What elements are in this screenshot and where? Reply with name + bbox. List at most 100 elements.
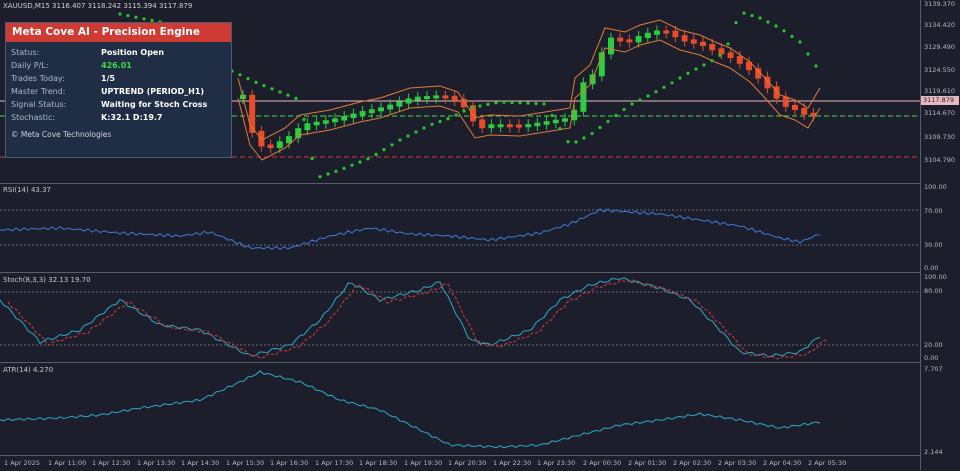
candle-body <box>801 108 808 115</box>
candle-body <box>534 122 541 127</box>
sar-dot <box>454 113 458 117</box>
candle-body <box>387 104 394 110</box>
daily-pl-value: 426.01 <box>101 61 132 70</box>
sar-dot <box>294 96 298 100</box>
price-tick: 3124.550 <box>924 66 956 74</box>
candle-body <box>608 37 614 55</box>
sar-dot <box>238 73 242 77</box>
sar-dot <box>750 14 754 18</box>
sar-dot <box>550 113 554 118</box>
time-label: 1 Apr 18:30 <box>359 459 398 467</box>
signal-status-value: Waiting for Stoch Cross <box>101 100 208 109</box>
atr-tick: 2.144 <box>924 448 943 456</box>
rsi-tick: 70.00 <box>924 207 943 215</box>
time-label: 1 Apr 19:30 <box>404 459 443 467</box>
sar-dot <box>590 131 594 136</box>
time-label: 1 Apr 23:30 <box>537 459 576 467</box>
candle-body <box>516 124 522 128</box>
price-tick: 3139.370 <box>924 0 956 8</box>
sar-dot <box>670 81 674 85</box>
sar-dot <box>126 14 130 18</box>
sar-dot <box>782 29 786 33</box>
sar-dot <box>766 20 770 24</box>
candle-body <box>433 95 440 99</box>
sar-dot <box>486 102 490 106</box>
price-tick: 3109.730 <box>924 133 956 141</box>
sar-dot <box>334 169 338 173</box>
sar-dot <box>118 12 122 16</box>
sar-dot <box>702 63 706 67</box>
sar-dot <box>774 24 778 28</box>
sar-dot <box>694 67 698 71</box>
rsi-line <box>0 208 821 251</box>
candle-body <box>635 36 642 43</box>
candle-body <box>488 124 495 129</box>
sar-dot <box>718 53 722 57</box>
sar-dot <box>326 172 330 176</box>
sar-dot <box>462 109 466 113</box>
candle-body <box>792 104 798 110</box>
sar-dot <box>662 85 666 89</box>
status-value: Position Open <box>101 48 165 57</box>
sar-dot <box>446 117 450 121</box>
time-label: 2 Apr 00:30 <box>583 459 622 467</box>
sar-dot <box>134 15 138 19</box>
rsi-tick: 0.00 <box>924 264 939 272</box>
candle-body <box>690 39 697 44</box>
sar-dot <box>574 140 578 144</box>
ea-info-panel: Meta Cove AI - Precision Engine Status: … <box>5 22 232 158</box>
sar-dot <box>542 102 546 106</box>
candle-body <box>396 101 403 107</box>
sar-dot <box>270 87 274 91</box>
sar-dot <box>406 134 410 138</box>
candle-body <box>727 52 734 59</box>
time-label: 2 Apr 01:30 <box>628 459 667 467</box>
trades-today-key: Trades Today: <box>11 74 65 83</box>
candle-body <box>313 121 320 126</box>
sar-dot <box>806 52 810 56</box>
sar-dot <box>510 100 514 105</box>
rsi-tick: 30.00 <box>924 241 943 249</box>
candle-body <box>359 111 366 116</box>
candle-body <box>405 98 412 104</box>
atr-tick: 7.707 <box>924 365 943 373</box>
sar-dot <box>278 90 282 94</box>
candle-body <box>663 30 670 34</box>
candle-body <box>276 141 283 149</box>
sar-dot <box>374 152 378 156</box>
candle-body <box>736 56 743 64</box>
candle-body <box>451 95 458 101</box>
time-label: 1 Apr 11:00 <box>48 459 87 467</box>
stoch-tick: 20.00 <box>924 341 943 349</box>
master-trend-key: Master Trend: <box>11 87 66 96</box>
sar-dot <box>518 101 522 105</box>
time-label: 1 Apr 14:30 <box>181 459 220 467</box>
sar-dot <box>342 166 346 170</box>
candle-body <box>350 113 357 119</box>
price-tick: 3119.610 <box>924 87 956 95</box>
signal-status-key: Signal Status: <box>11 100 67 109</box>
time-label: 1 Apr 16:30 <box>270 459 309 467</box>
time-label: 1 Apr 2025 <box>4 459 41 467</box>
sar-dot <box>742 11 746 15</box>
candle-body <box>479 119 486 129</box>
stochastic-value: K:32.1 D:19.7 <box>101 113 163 122</box>
sar-dot <box>366 157 370 161</box>
candle-body <box>368 109 375 114</box>
candle-body <box>709 44 716 51</box>
sar-dot <box>430 122 434 126</box>
time-label: 1 Apr 15:30 <box>226 459 265 467</box>
candle-body <box>341 116 348 121</box>
candle-body <box>718 48 725 55</box>
sar-dot <box>630 102 634 106</box>
sar-dot <box>318 175 322 179</box>
atr-line <box>0 370 821 449</box>
candle-body <box>304 123 311 131</box>
sar-dot <box>606 119 610 124</box>
sar-dot <box>726 42 730 46</box>
stoch-tick: 0.00 <box>924 354 939 362</box>
status-key: Status: <box>11 48 40 57</box>
time-label: 2 Apr 02:30 <box>673 459 712 467</box>
stoch-tick: 80.00 <box>924 287 943 295</box>
sar-dot <box>798 40 802 44</box>
